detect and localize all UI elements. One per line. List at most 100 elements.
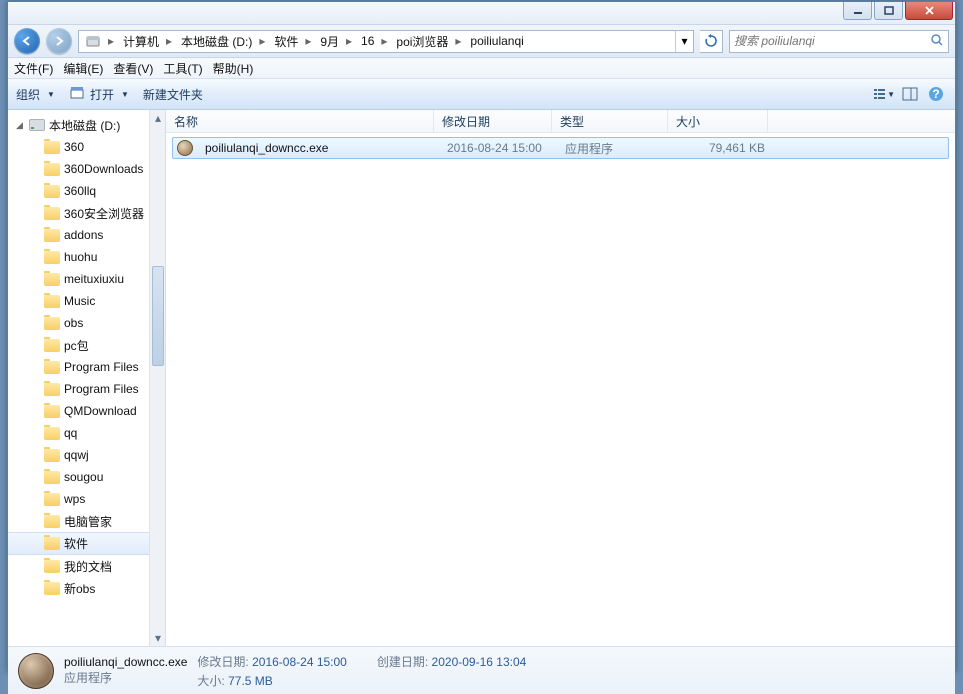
- tree-folder[interactable]: 我的文档: [8, 555, 165, 577]
- tree-label: pc包: [64, 337, 89, 354]
- menu-help[interactable]: 帮助(H): [213, 60, 254, 77]
- new-folder-button[interactable]: 新建文件夹: [143, 86, 203, 103]
- tree-folder[interactable]: Music: [8, 290, 165, 312]
- tree-folder[interactable]: qq: [8, 422, 165, 444]
- folder-icon: [44, 560, 60, 573]
- breadcrumb[interactable]: ▸ 计算机▸ 本地磁盘 (D:)▸ 软件▸ 9月▸ 16▸ poi浏览器▸ po…: [78, 30, 694, 53]
- file-type: 应用程序: [557, 140, 673, 157]
- tree-drive[interactable]: ◢本地磁盘 (D:): [8, 114, 165, 136]
- col-modified[interactable]: 修改日期: [434, 110, 552, 132]
- menu-file[interactable]: 文件(F): [14, 60, 53, 77]
- chevron-right-icon[interactable]: ▸: [105, 34, 117, 48]
- tree-folder[interactable]: 电脑管家: [8, 510, 165, 532]
- search-icon[interactable]: [930, 33, 944, 50]
- file-row[interactable]: poiliulanqi_downcc.exe 2016-08-24 15:00 …: [172, 137, 949, 159]
- collapse-icon[interactable]: ◢: [14, 120, 25, 131]
- scroll-down-icon[interactable]: ▾: [150, 630, 166, 646]
- tree-folder[interactable]: 软件: [8, 532, 165, 555]
- organize-button[interactable]: 组织▼: [16, 86, 55, 103]
- close-button[interactable]: [905, 2, 953, 20]
- view-options-button[interactable]: ▼: [873, 83, 895, 105]
- refresh-button[interactable]: [700, 30, 723, 53]
- col-name[interactable]: 名称: [166, 110, 434, 132]
- open-button[interactable]: 打开▼: [69, 85, 129, 104]
- details-size-value: 77.5 MB: [228, 674, 273, 688]
- breadcrumb-item[interactable]: poiliulanqi: [464, 31, 527, 52]
- folder-icon: [44, 582, 60, 595]
- tree-folder[interactable]: huohu: [8, 246, 165, 268]
- search-input[interactable]: [734, 34, 930, 48]
- chevron-right-icon[interactable]: ▸: [302, 34, 314, 48]
- scroll-up-icon[interactable]: ▴: [150, 110, 166, 126]
- folder-icon: [44, 163, 60, 176]
- tree-label: meituxiuxiu: [64, 272, 124, 286]
- breadcrumb-item[interactable]: 9月: [314, 31, 343, 52]
- maximize-button[interactable]: [874, 2, 903, 20]
- tree-label: 电脑管家: [64, 513, 112, 530]
- tree-label: qq: [64, 426, 77, 440]
- search-box[interactable]: [729, 30, 949, 53]
- sidebar-scrollbar[interactable]: ▴ ▾: [149, 110, 165, 646]
- breadcrumb-dropdown[interactable]: ▾: [675, 31, 693, 52]
- tree-folder[interactable]: obs: [8, 312, 165, 334]
- tree-folder[interactable]: Program Files: [8, 378, 165, 400]
- scroll-thumb[interactable]: [152, 266, 164, 366]
- tree-folder[interactable]: wps: [8, 488, 165, 510]
- chevron-right-icon[interactable]: ▸: [163, 34, 175, 48]
- tree-folder[interactable]: 360Downloads: [8, 158, 165, 180]
- chevron-right-icon[interactable]: ▸: [256, 34, 268, 48]
- exe-icon: [177, 140, 193, 156]
- folder-icon: [44, 339, 60, 352]
- minimize-button[interactable]: [843, 2, 872, 20]
- tree-folder[interactable]: sougou: [8, 466, 165, 488]
- tree-folder[interactable]: 360: [8, 136, 165, 158]
- tree-label: 360Downloads: [64, 162, 143, 176]
- breadcrumb-root-icon[interactable]: [79, 31, 105, 52]
- menu-tools[interactable]: 工具(T): [163, 60, 202, 77]
- details-created-value: 2020-09-16 13:04: [432, 655, 527, 669]
- tree-label: Music: [64, 294, 95, 308]
- menu-view[interactable]: 查看(V): [113, 60, 153, 77]
- tree-folder[interactable]: QMDownload: [8, 400, 165, 422]
- menu-edit[interactable]: 编辑(E): [63, 60, 103, 77]
- breadcrumb-item[interactable]: 软件: [268, 31, 302, 52]
- titlebar: [8, 2, 955, 25]
- tree-folder[interactable]: Program Files: [8, 356, 165, 378]
- tree-label: Program Files: [64, 360, 139, 374]
- breadcrumb-item[interactable]: 本地磁盘 (D:): [175, 31, 256, 52]
- chevron-right-icon[interactable]: ▸: [378, 34, 390, 48]
- tree-folder[interactable]: addons: [8, 224, 165, 246]
- chevron-right-icon[interactable]: ▸: [452, 34, 464, 48]
- col-type[interactable]: 类型: [552, 110, 668, 132]
- open-icon: [69, 85, 85, 104]
- tree-label: 360llq: [64, 184, 96, 198]
- tree-folder[interactable]: 新obs: [8, 577, 165, 599]
- breadcrumb-item[interactable]: 计算机: [117, 31, 163, 52]
- file-modified: 2016-08-24 15:00: [439, 141, 557, 155]
- menu-bar: 文件(F) 编辑(E) 查看(V) 工具(T) 帮助(H): [8, 58, 955, 79]
- details-file-icon: [18, 653, 54, 689]
- nav-bar: ▸ 计算机▸ 本地磁盘 (D:)▸ 软件▸ 9月▸ 16▸ poi浏览器▸ po…: [8, 25, 955, 58]
- col-size[interactable]: 大小: [668, 110, 768, 132]
- tree-folder[interactable]: pc包: [8, 334, 165, 356]
- drive-icon: [29, 119, 45, 131]
- back-button[interactable]: [14, 28, 40, 54]
- forward-button[interactable]: [46, 28, 72, 54]
- tree-label: huohu: [64, 250, 97, 264]
- svg-text:?: ?: [932, 87, 939, 101]
- details-modified-label: 修改日期:: [197, 655, 248, 669]
- preview-pane-button[interactable]: [899, 83, 921, 105]
- tree-folder[interactable]: 360安全浏览器: [8, 202, 165, 224]
- folder-icon: [44, 515, 60, 528]
- tree-folder[interactable]: meituxiuxiu: [8, 268, 165, 290]
- column-headers: 名称 修改日期 类型 大小: [166, 110, 955, 133]
- chevron-right-icon[interactable]: ▸: [343, 34, 355, 48]
- tree-folder[interactable]: 360llq: [8, 180, 165, 202]
- folder-icon: [44, 471, 60, 484]
- tree-folder[interactable]: qqwj: [8, 444, 165, 466]
- help-button[interactable]: ?: [925, 83, 947, 105]
- breadcrumb-item[interactable]: poi浏览器: [390, 31, 452, 52]
- folder-icon: [44, 427, 60, 440]
- command-bar: 组织▼ 打开▼ 新建文件夹 ▼ ?: [8, 79, 955, 110]
- breadcrumb-item[interactable]: 16: [355, 31, 378, 52]
